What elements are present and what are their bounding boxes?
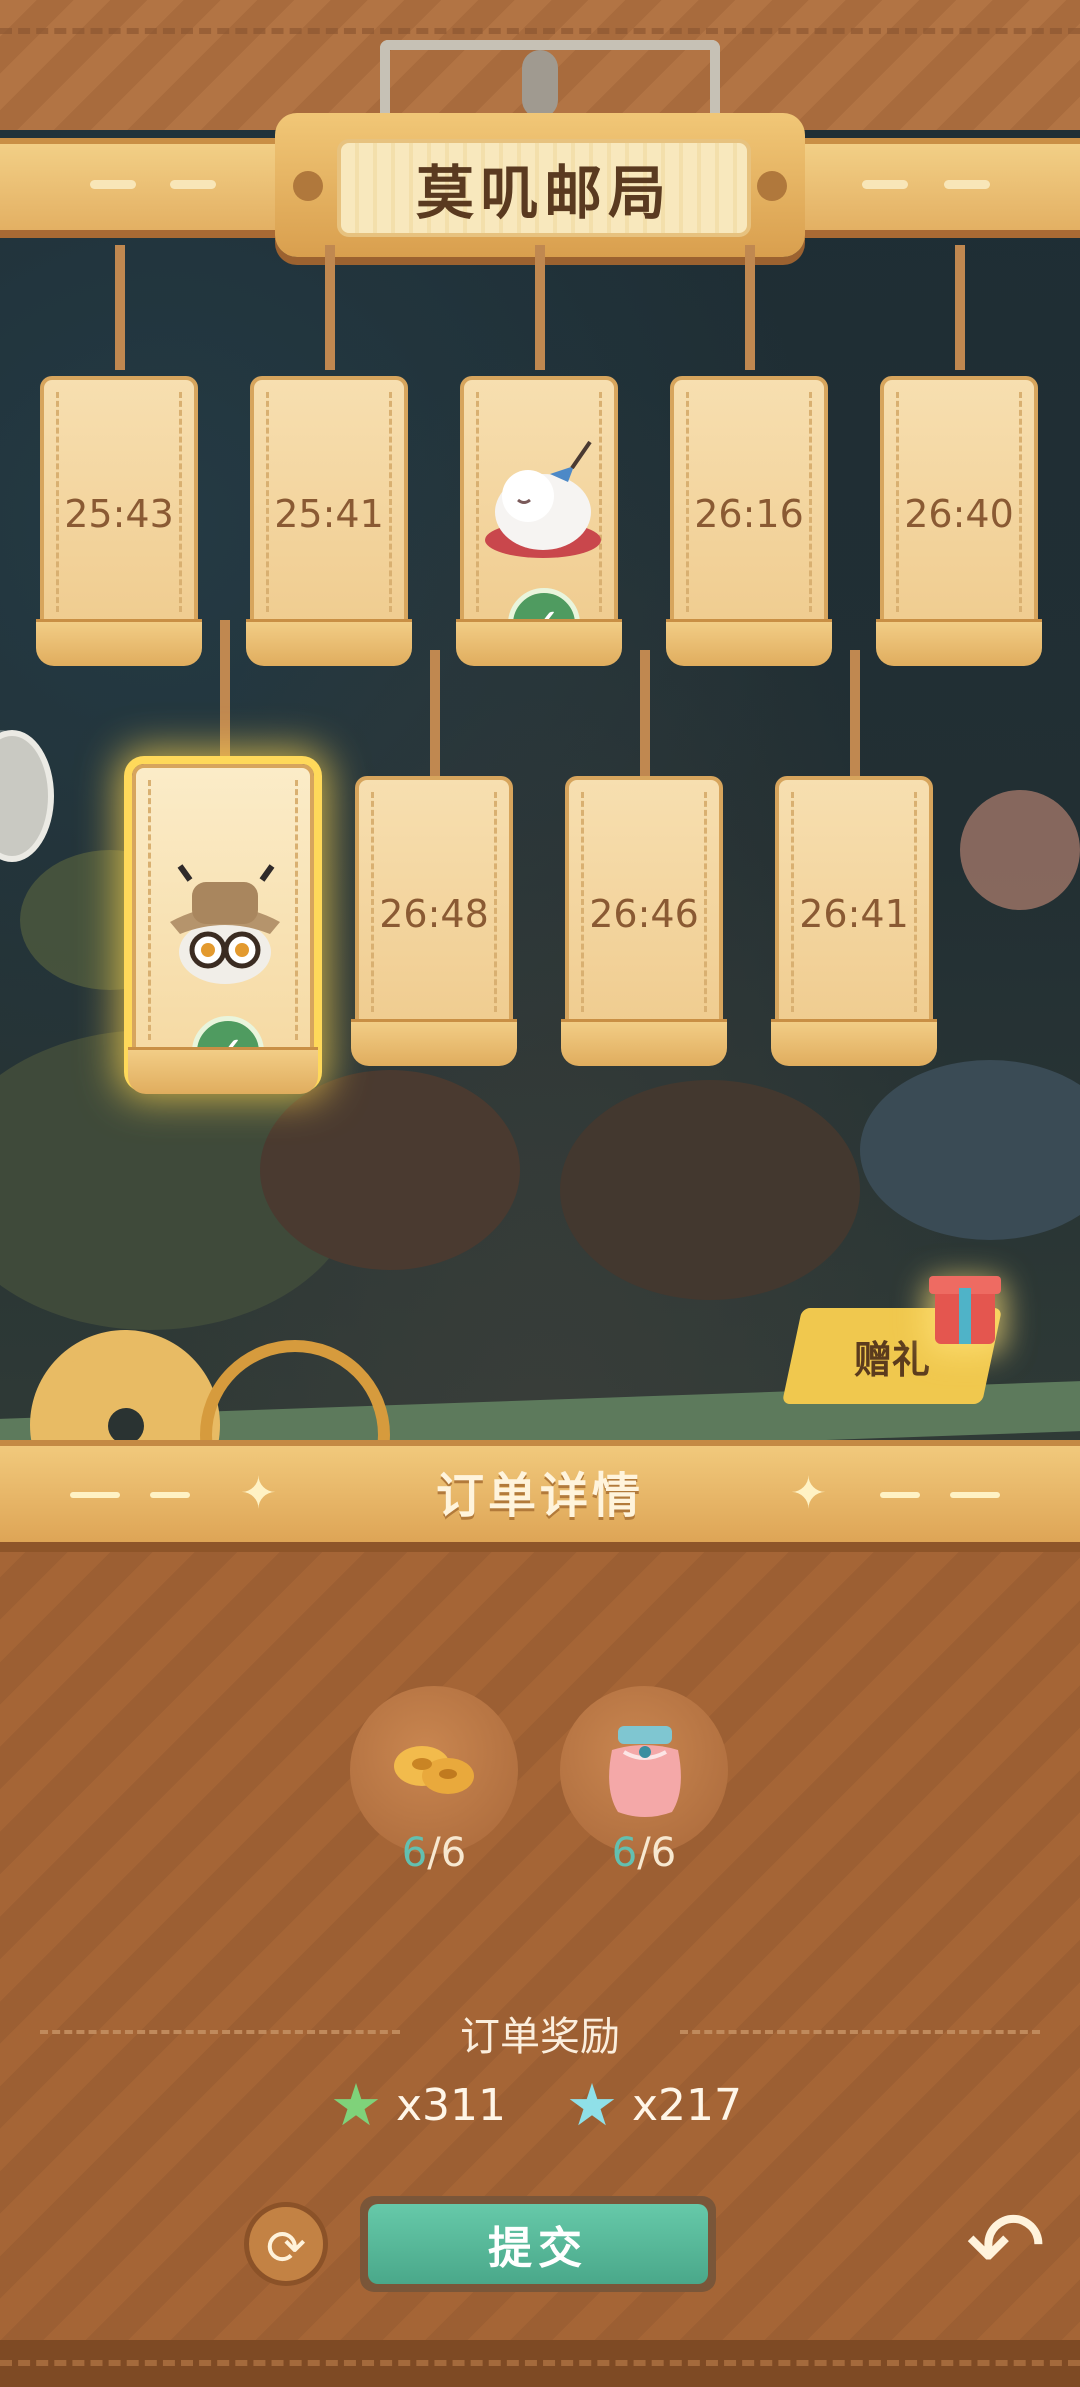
tag-timer: 26:41 (799, 892, 909, 936)
item-count: 6/6 (401, 1830, 467, 1876)
order-item-jam[interactable] (560, 1686, 728, 1854)
reward-amount: x311 (396, 2079, 507, 2131)
jam-jar-icon (609, 1726, 681, 1817)
order-tag[interactable]: 26:40 (876, 376, 1042, 666)
section-title: 订单详情 (435, 1468, 644, 1524)
order-tag-completed[interactable]: ✓ (456, 376, 622, 666)
order-tag[interactable]: 26:48 (351, 776, 517, 1066)
sparkle-icon: ✦ (790, 1468, 827, 1519)
tag-timer: 26:46 (589, 892, 699, 936)
blue-star-icon: ★ (566, 2071, 618, 2139)
green-star-icon: ★ (330, 2071, 382, 2139)
submit-button[interactable]: 提交 (360, 2196, 716, 2292)
order-tag[interactable]: 26:16 (666, 376, 832, 666)
tag-timer: 26:16 (694, 492, 804, 536)
back-button[interactable]: ↶ (956, 2196, 1056, 2296)
order-tag[interactable]: 25:41 (246, 376, 412, 666)
order-item-pastry[interactable] (350, 1686, 518, 1854)
reward-amount: x217 (632, 2079, 743, 2131)
sleeping-white-creature-icon (485, 440, 601, 558)
tag-timer: 25:41 (274, 492, 384, 536)
refresh-icon: ⟳ (265, 2220, 307, 2276)
item-count: 6/6 (611, 1830, 677, 1876)
pastry-icon (394, 1746, 474, 1794)
order-tag[interactable]: 26:41 (771, 776, 937, 1066)
reward-blue-star: ★ x217 (566, 2076, 742, 2134)
bottom-wood-strip (0, 2340, 1080, 2387)
order-tag[interactable]: 25:43 (36, 376, 202, 666)
reward-green-star: ★ x311 (330, 2076, 506, 2134)
title-plaque: 莫叽邮局 (275, 113, 805, 257)
gift-label: 赠礼 (853, 1337, 930, 1382)
back-arrow-icon: ↶ (965, 2190, 1047, 2302)
reward-title: 订单奖励 (460, 2014, 620, 2060)
tag-timer: 26:40 (904, 492, 1014, 536)
tag-timer: 25:43 (64, 492, 174, 536)
gift-box-icon[interactable] (929, 1276, 1001, 1344)
order-tag[interactable]: 26:46 (561, 776, 727, 1066)
order-details-header: ✦ 订单详情 ✦ (0, 1440, 1080, 1552)
submit-label: 提交 (368, 2204, 708, 2284)
wheel-decoration-icon (200, 1340, 390, 1450)
tag-timer: 26:48 (379, 892, 489, 936)
page-title: 莫叽邮局 (337, 139, 751, 237)
refresh-button[interactable]: ⟳ (244, 2202, 328, 2286)
order-tag-selected[interactable]: ✓ (128, 764, 318, 1094)
owl-with-hat-icon (170, 864, 280, 984)
